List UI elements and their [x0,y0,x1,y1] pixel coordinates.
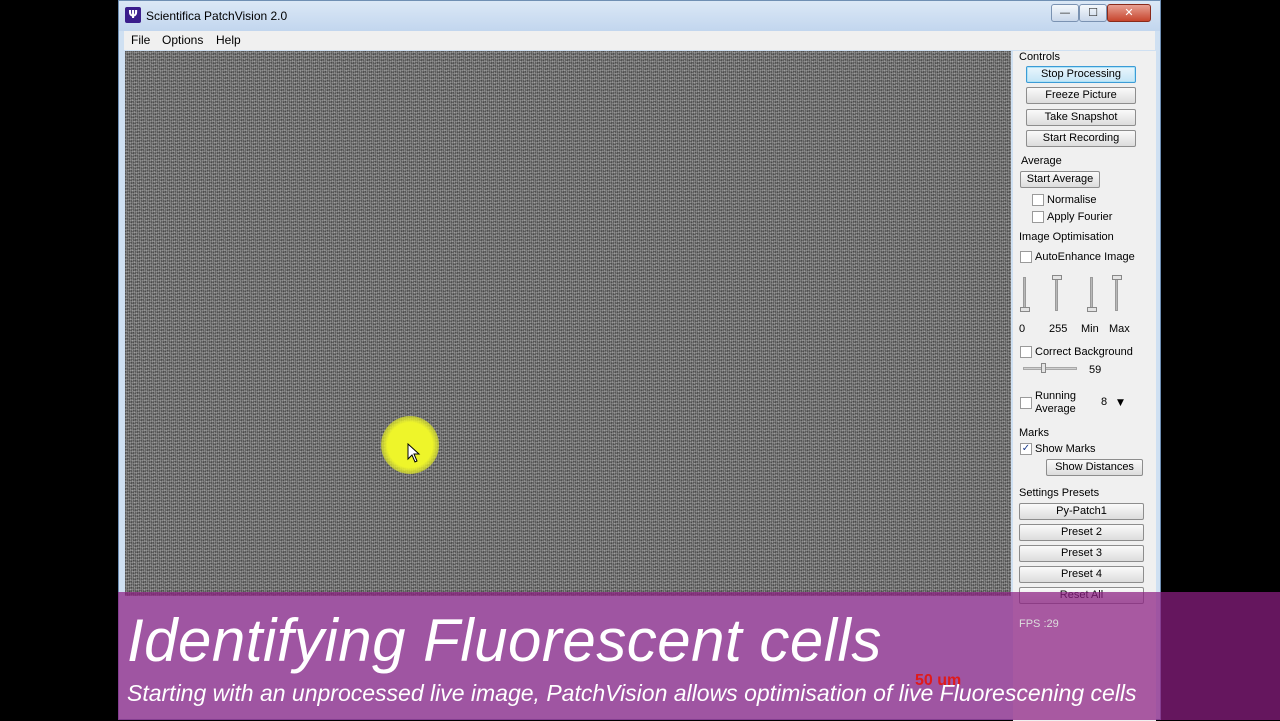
slider-0-thumb[interactable] [1020,307,1030,312]
show-marks-checkbox[interactable]: ✓ [1020,443,1032,455]
caption-subtitle: Starting with an unprocessed live image,… [127,680,1137,706]
correct-background-checkbox[interactable] [1020,346,1032,358]
preset-py-patch1-button[interactable]: Py-Patch1 [1019,503,1144,520]
chevron-down-icon[interactable]: ▼ [1117,398,1124,408]
show-distances-button[interactable]: Show Distances [1046,459,1143,476]
marks-heading: Marks [1019,427,1049,439]
start-average-button[interactable]: Start Average [1020,171,1100,188]
slider-255-track[interactable] [1055,277,1058,311]
minimize-button[interactable]: — [1051,4,1079,22]
preset-4-button[interactable]: Preset 4 [1019,566,1144,583]
mouse-pointer-icon [407,443,421,463]
slider-255-thumb[interactable] [1052,275,1062,280]
menu-file[interactable]: File [131,33,150,47]
slider-min-thumb[interactable] [1087,307,1097,312]
fps-readout: FPS :29 [1019,618,1059,630]
normalise-checkbox[interactable] [1032,194,1044,206]
background-slider-track[interactable] [1023,367,1077,370]
preset-3-button[interactable]: Preset 3 [1019,545,1144,562]
apply-fourier-label: Apply Fourier [1047,211,1113,223]
background-slider-thumb[interactable] [1041,363,1046,373]
menu-options[interactable]: Options [162,33,203,47]
background-value: 59 [1089,364,1102,376]
auto-enhance-label: AutoEnhance Image [1035,251,1135,263]
show-marks-label: Show Marks [1035,443,1096,455]
window-title: Scientifica PatchVision 2.0 [146,9,288,23]
maximize-button[interactable]: ☐ [1079,4,1107,22]
running-average-select[interactable]: 8 [1101,396,1107,408]
settings-presets-heading: Settings Presets [1019,487,1100,499]
live-image-view[interactable] [125,51,1011,596]
slider-label-0: 0 [1019,323,1026,335]
slider-label-255: 255 [1049,323,1068,335]
preset-2-button[interactable]: Preset 2 [1019,524,1144,541]
running-average-label-line1: Running [1035,390,1076,402]
slider-label-min: Min [1081,323,1099,335]
freeze-picture-button[interactable]: Freeze Picture [1026,87,1136,104]
average-heading: Average [1021,155,1062,167]
title-bar: Ψ Scientifica PatchVision 2.0 — ☐ ✕ [119,1,1160,31]
take-snapshot-button[interactable]: Take Snapshot [1026,109,1136,126]
start-recording-button[interactable]: Start Recording [1026,130,1136,147]
slider-max-track[interactable] [1115,277,1118,311]
slider-max-thumb[interactable] [1112,275,1122,280]
slider-0-track[interactable] [1023,277,1026,311]
controls-heading: Controls [1019,51,1060,63]
app-logo-icon: Ψ [125,7,141,23]
caption-title: Identifying Fluorescent cells [127,607,882,674]
close-button[interactable]: ✕ [1107,4,1151,22]
normalise-label: Normalise [1047,194,1097,206]
apply-fourier-checkbox[interactable] [1032,211,1044,223]
running-average-label-line2: Average [1035,403,1076,415]
stop-processing-button[interactable]: Stop Processing [1026,66,1136,83]
menu-help[interactable]: Help [216,33,241,47]
correct-background-label: Correct Background [1035,346,1133,358]
running-average-checkbox[interactable] [1020,397,1032,409]
auto-enhance-checkbox[interactable] [1020,251,1032,263]
image-optimisation-heading: Image Optimisation [1019,231,1114,243]
menu-bar: File Options Help [124,31,1155,50]
slider-min-track[interactable] [1090,277,1093,311]
slider-label-max: Max [1109,323,1130,335]
